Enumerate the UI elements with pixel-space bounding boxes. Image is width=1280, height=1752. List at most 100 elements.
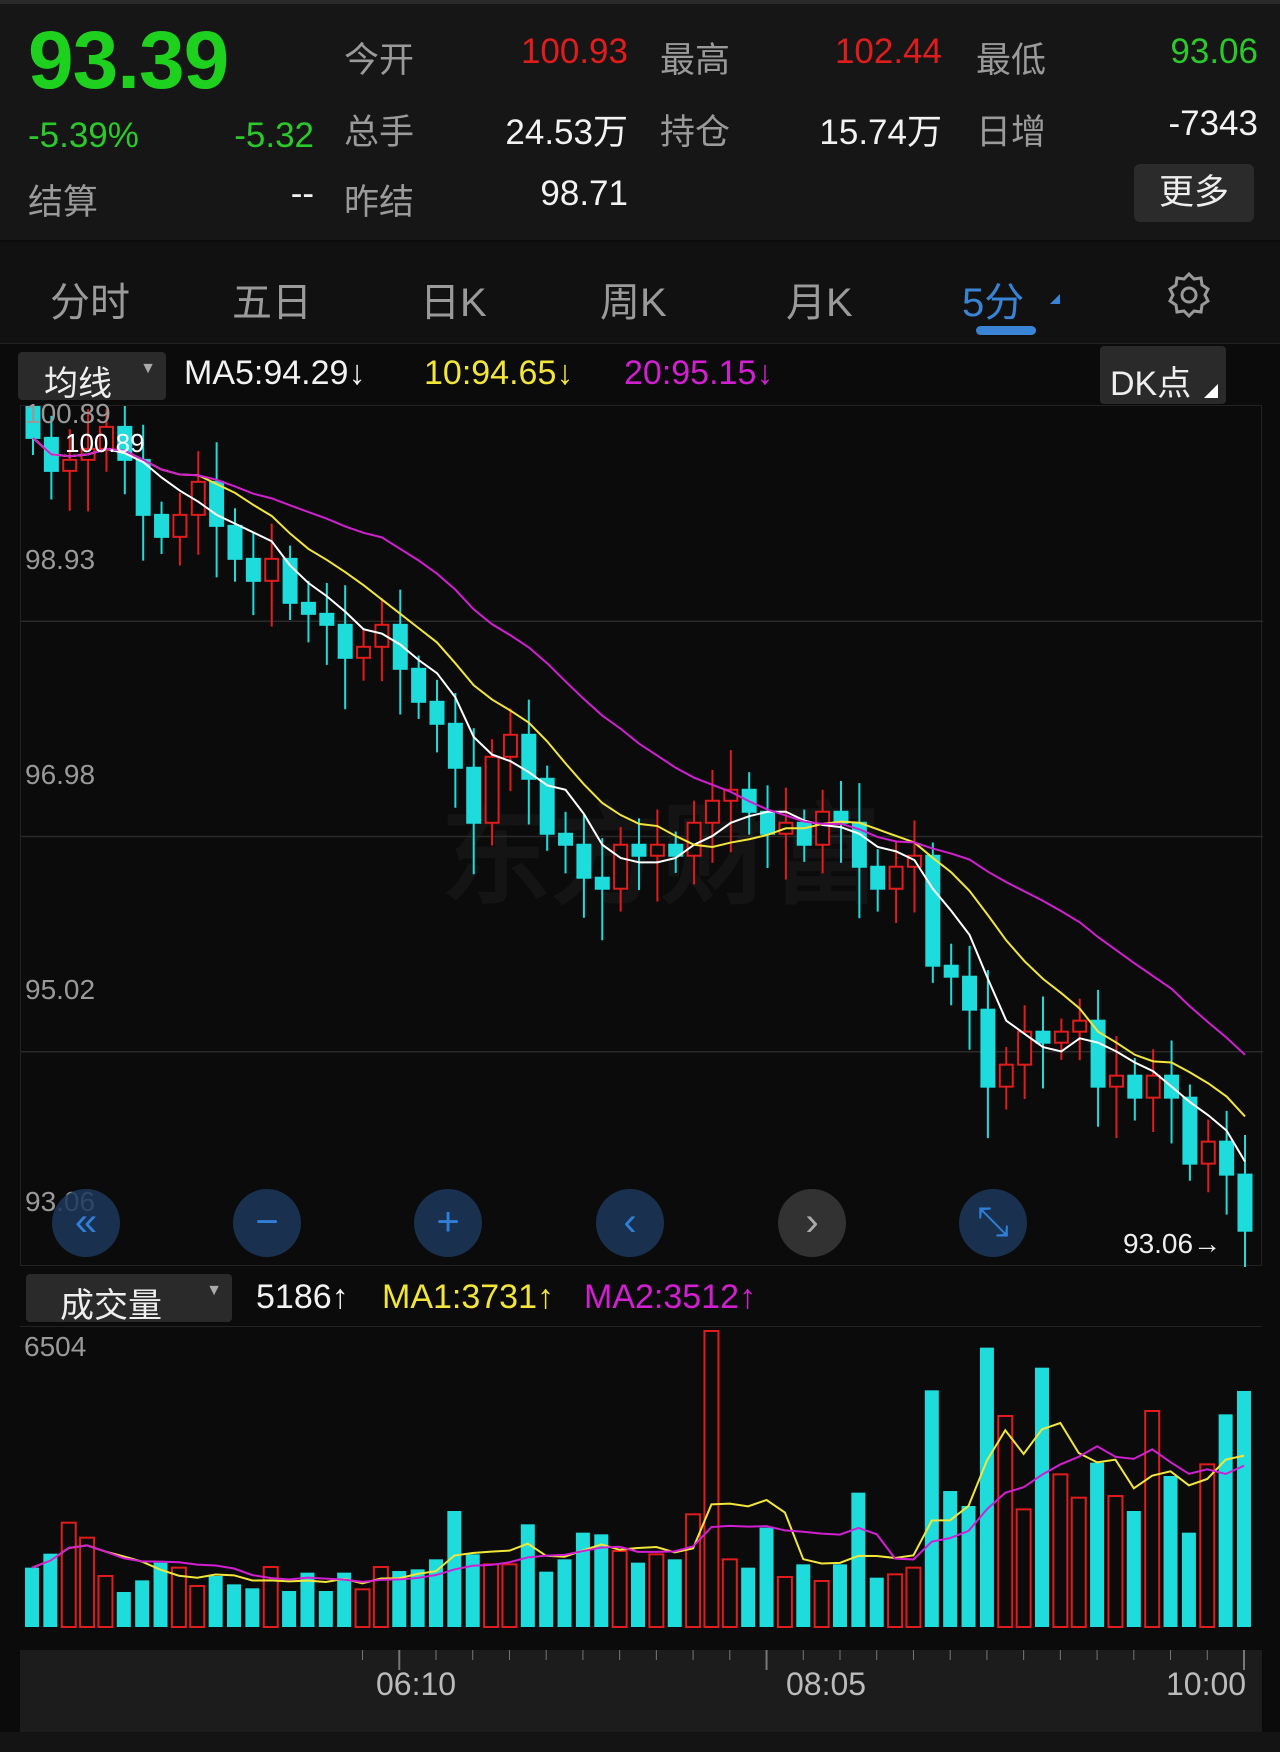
- dropdown-arrow-icon: ▼: [206, 1282, 222, 1299]
- candle-down: [558, 832, 574, 846]
- volume-bar: [25, 1567, 39, 1627]
- volume-bar: [1035, 1367, 1049, 1627]
- candle-down: [1035, 1030, 1051, 1044]
- volume-bar: [354, 1588, 371, 1629]
- ma5-value: MA5:94.29↓: [184, 354, 366, 392]
- candle-down: [870, 865, 886, 890]
- chevron-right-button[interactable]: ›: [778, 1189, 846, 1257]
- field-value: 15.74万: [819, 113, 942, 152]
- candle-down: [980, 1008, 996, 1088]
- more-button[interactable]: 更多: [1134, 164, 1254, 222]
- change-percent: -5.39%: [28, 116, 139, 155]
- candle-down: [411, 667, 427, 703]
- tab-1[interactable]: 五日: [232, 270, 312, 328]
- volume-ma2: MA2:3512↑: [584, 1278, 756, 1316]
- double-left-icon: «: [74, 1200, 98, 1244]
- ma20-value: 20:95.15↓: [624, 354, 774, 392]
- double-left-button[interactable]: «: [52, 1189, 120, 1257]
- field-label: 今开: [344, 41, 415, 80]
- price-axis-label: 100.89: [25, 398, 111, 429]
- volume-bar: [557, 1559, 572, 1627]
- time-label: 06:10: [376, 1666, 457, 1702]
- ma5-line: [32, 437, 1246, 1163]
- ma-indicator-bar: 均线 ▼ MA5:94.29↓ 10:94.65↓ 20:95.15↓ DK点: [0, 346, 1280, 404]
- candle-down: [466, 766, 482, 824]
- field-value: 100.93: [520, 32, 628, 71]
- volume-bar: [318, 1591, 333, 1627]
- candle-down: [154, 513, 170, 538]
- volume-bar: [60, 1521, 77, 1628]
- volume-bar: [1237, 1390, 1251, 1627]
- candle-down: [1237, 1173, 1253, 1232]
- tab-4[interactable]: 月K: [786, 270, 853, 328]
- candle-up: [998, 1063, 1014, 1088]
- field-value: 24.53万: [505, 113, 628, 152]
- candle-up: [686, 821, 702, 857]
- candle-up: [815, 810, 831, 846]
- candle-up: [484, 755, 500, 824]
- volume-bar: [833, 1564, 847, 1627]
- volume-ma1: MA1:3731↑: [382, 1278, 554, 1316]
- volume-bar: [667, 1559, 682, 1627]
- field-value: -7343: [1168, 104, 1258, 143]
- price-axis-label: 95.02: [25, 974, 96, 1005]
- field-value: 98.71: [540, 174, 628, 213]
- change-amount: -5.32: [234, 116, 314, 155]
- candle-down: [631, 843, 647, 857]
- volume-bar: [887, 1573, 904, 1629]
- ma20-line: [32, 437, 1246, 1056]
- candle-up: [356, 645, 372, 659]
- candlestick-chart[interactable]: 东方财富 100.8998.9396.9895.0293.06100.89 93…: [20, 398, 1263, 1267]
- volume-chart[interactable]: 6504: [20, 1326, 1262, 1650]
- candle-down: [925, 854, 941, 967]
- chevron-left-button[interactable]: ‹: [596, 1189, 664, 1257]
- fullscreen-button[interactable]: ⤡: [959, 1189, 1027, 1257]
- volume-bar: [1070, 1496, 1087, 1628]
- zoom-in-button[interactable]: +: [414, 1189, 482, 1257]
- volume-bar: [135, 1580, 150, 1627]
- field-value: 102.44: [834, 32, 942, 71]
- candle-up: [704, 799, 720, 824]
- tab-0[interactable]: 分时: [50, 270, 130, 328]
- candle-down: [594, 876, 610, 890]
- gear-icon[interactable]: [1164, 270, 1214, 320]
- candle-up: [1200, 1140, 1216, 1165]
- volume-bar: [483, 1563, 500, 1629]
- volume-selector[interactable]: 成交量 ▼: [26, 1274, 232, 1325]
- period-tabs: 分时 五日 日K 周K 月K 5分: [0, 242, 1280, 344]
- volume-bar: [905, 1566, 922, 1629]
- volume-bar: [1126, 1510, 1141, 1627]
- zoom-out-button[interactable]: −: [233, 1189, 301, 1257]
- field-value: 93.06: [1170, 32, 1258, 71]
- volume-bar: [1218, 1414, 1233, 1627]
- corner-icon: [1204, 384, 1218, 398]
- candle-down: [447, 722, 463, 769]
- volume-bar: [721, 1558, 738, 1629]
- volume-bar: [116, 1592, 131, 1627]
- quote-panel: 93.39 -5.39% -5.32 今开 100.93 最高 102.44 最低 93.…: [0, 0, 1280, 240]
- candle-down: [135, 458, 151, 516]
- dk-point-label: DK点: [1110, 365, 1192, 403]
- volume-bar: [227, 1584, 241, 1627]
- indicator-selector[interactable]: 均线 ▼: [18, 352, 166, 403]
- zoom-in-icon: +: [436, 1200, 460, 1244]
- tab-5[interactable]: 5分: [962, 270, 1024, 328]
- candle-down: [576, 843, 592, 879]
- candle-up: [172, 513, 188, 538]
- volume-selector-label: 成交量: [60, 1287, 162, 1325]
- volume-bar: [429, 1559, 443, 1627]
- last-price: 93.39: [28, 15, 229, 106]
- candle-down: [337, 623, 353, 659]
- volume-bar: [520, 1524, 535, 1627]
- candle-down: [429, 700, 445, 725]
- price-axis-label: 98.93: [25, 544, 96, 575]
- candle-up: [502, 733, 518, 758]
- volume-bar: [1163, 1475, 1178, 1627]
- field-label: 总手: [344, 113, 415, 152]
- time-label: 10:00: [1166, 1666, 1247, 1702]
- volume-bar: [97, 1574, 114, 1628]
- tab-2[interactable]: 日K: [420, 270, 487, 328]
- tab-3[interactable]: 周K: [600, 270, 667, 328]
- volume-bar: [776, 1575, 793, 1628]
- dk-point-button[interactable]: DK点: [1100, 346, 1226, 404]
